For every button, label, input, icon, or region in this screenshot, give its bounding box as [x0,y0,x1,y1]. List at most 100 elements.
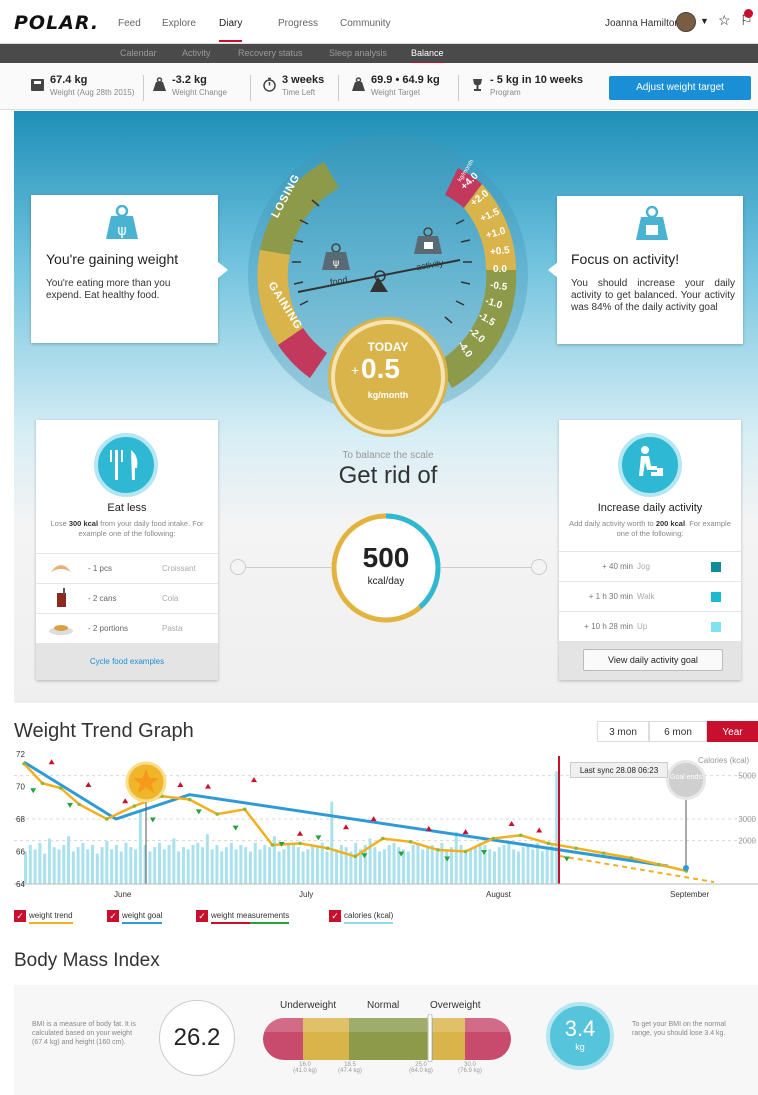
trend-point [22,761,26,766]
chevron-down-icon[interactable]: ▼ [700,16,709,26]
avatar[interactable] [676,12,696,32]
bmi-indicator [427,1014,433,1062]
trend-point [59,786,63,790]
checkbox-checked-icon[interactable]: ✓ [196,910,208,922]
calorie-bar [426,847,429,884]
calorie-bar [449,847,453,884]
range-6-months-button[interactable]: 6 mon [649,721,707,742]
gaining-weight-card: ψ You're gaining weight You're eating mo… [31,195,218,343]
activity-weight-icon [636,206,668,240]
divider [458,75,459,101]
trend-point [574,846,578,851]
food-icon [94,433,158,497]
user-name[interactable]: Joanna Hamilton [605,18,680,29]
bmi-lose-badge: 3.4 kg [546,1002,614,1070]
calorie-bar [71,851,75,884]
cycle-food-examples-link[interactable]: Cycle food examples [36,643,218,680]
bmi-tick: 18.5 (47.4 kg) [338,1062,362,1074]
get-rid-of-title: Get rid of [338,462,438,489]
range-year-button[interactable]: Year [707,721,758,742]
calorie-bar [215,845,219,884]
calorie-bar [191,845,195,884]
trend-point [657,862,661,867]
today-badge: TODAY + 0.5 kg/month [331,320,445,434]
cola-icon [57,588,66,607]
svg-text:ψ: ψ [333,258,340,269]
calorie-bar [124,842,128,884]
calorie-bar [205,834,209,884]
star-icon[interactable]: ☆ [718,12,731,29]
pasta-icon [49,625,73,635]
weight-icon [152,77,168,93]
calorie-bar [497,847,501,884]
calorie-bar [201,847,205,884]
trend-point [519,833,523,838]
calorie-bar [62,845,66,884]
calorie-bar [488,849,492,884]
subnav-calendar[interactable]: Calendar [120,48,157,58]
calorie-bar [43,853,47,884]
card-title: You're gaining weight [46,251,179,267]
up-color-swatch [711,622,721,632]
calorie-bar [220,851,224,884]
trophy-icon [470,77,486,93]
calorie-bar [306,849,310,884]
nav-feed[interactable]: Feed [118,18,141,29]
trend-point [629,856,633,860]
bmi-normal-label: Normal [367,1000,400,1011]
trend-point [546,841,551,846]
subnav-activity[interactable]: Activity [182,48,211,58]
stopwatch-icon [262,77,278,93]
nav-progress[interactable]: Progress [278,18,318,29]
range-3-months-button[interactable]: 3 mon [597,721,649,742]
nav-community[interactable]: Community [340,18,391,29]
calorie-bar [248,851,252,884]
bmi-title: Body Mass Index [14,950,160,971]
x-tick-label: June [114,890,132,899]
calorie-bar [430,845,434,884]
card-text: You should increase your daily activity … [571,278,735,313]
calorie-bar [287,845,291,884]
polar-logo[interactable]: POLAR. [14,12,99,34]
calorie-bar [502,845,506,884]
walk-color-swatch [711,592,721,602]
calorie-bar [244,847,248,884]
calorie-bar [406,851,410,884]
calorie-bar [311,845,315,884]
nav-explore[interactable]: Explore [162,18,196,29]
eat-less-text: Lose 300 kcal from your daily food intak… [50,519,204,538]
calorie-bar [114,845,118,884]
subnav-balance[interactable]: Balance [411,48,444,64]
calorie-bar [57,849,61,884]
checkbox-checked-icon[interactable]: ✓ [329,910,341,922]
calorie-bar [177,851,181,884]
bmi-overweight-label: Overweight [430,1000,481,1011]
trend-point [408,839,413,844]
calorie-bar [181,847,185,884]
calorie-bar [100,847,104,884]
calorie-bar [129,847,133,884]
croissant-icon [51,565,71,572]
calorie-bar [296,847,300,884]
divider [143,75,144,101]
x-tick-label: September [670,890,709,899]
subnav-sleep-analysis[interactable]: Sleep analysis [329,48,387,58]
calorie-bar [378,851,382,884]
calorie-bar [411,845,415,884]
checkbox-checked-icon[interactable]: ✓ [107,910,119,922]
calorie-bar [531,849,535,884]
start-star-badge [125,761,167,803]
calorie-bar [153,847,157,884]
trend-point [463,849,468,854]
trend-point [77,802,81,807]
view-daily-activity-goal-button[interactable]: View daily activity goal [583,649,723,671]
calorie-bar [253,842,257,884]
x-tick-label: August [486,890,512,899]
y-tick-label: 66 [16,848,25,857]
calorie-bar [445,849,449,884]
subnav-recovery-status[interactable]: Recovery status [238,48,303,58]
svg-text:ψ: ψ [117,223,126,239]
adjust-weight-target-button[interactable]: Adjust weight target [609,76,751,100]
nav-diary[interactable]: Diary [219,18,243,42]
checkbox-checked-icon[interactable]: ✓ [14,910,26,922]
